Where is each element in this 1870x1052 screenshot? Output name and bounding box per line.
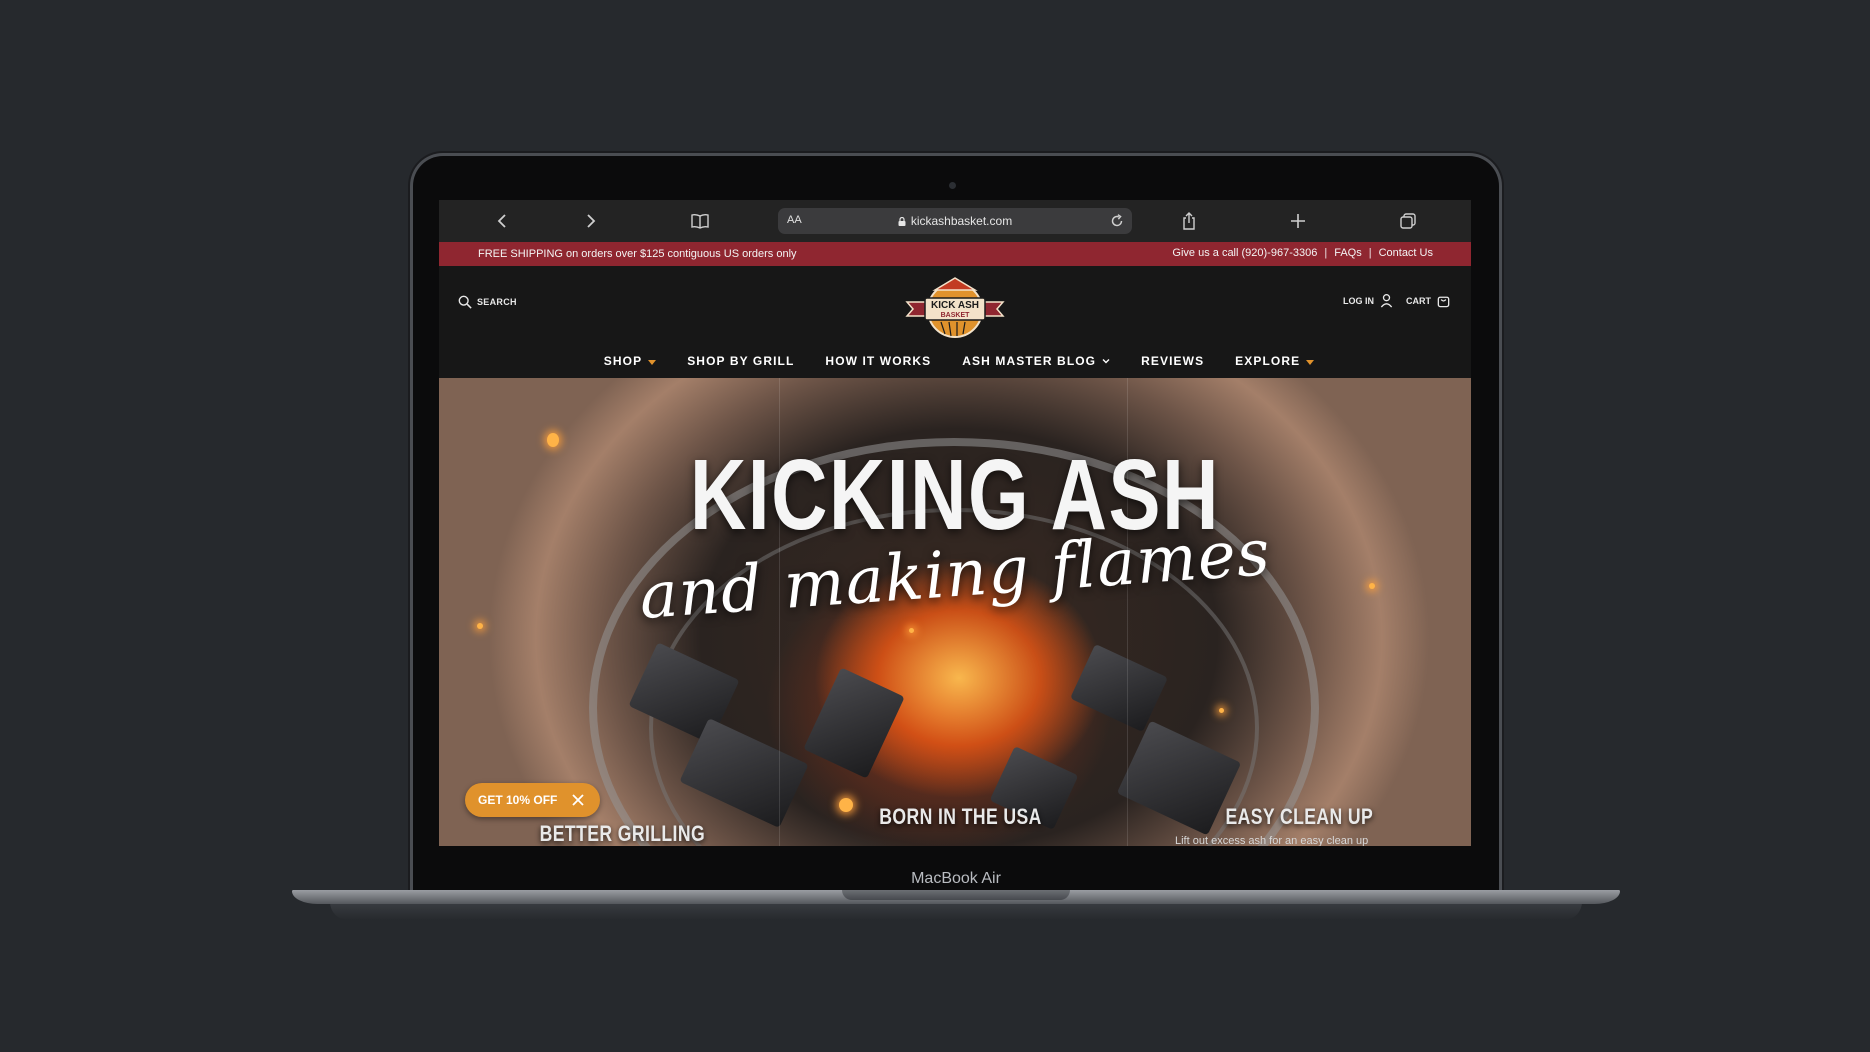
chevron-down-icon <box>1102 359 1110 364</box>
feature-easy-clean-up-text: Lift out excess ash for an easy clean up <box>1175 835 1369 846</box>
discount-label: GET 10% OFF <box>478 793 558 807</box>
share-icon[interactable] <box>1178 210 1200 232</box>
browser-toolbar: AA kickashbasket.com <box>439 200 1471 242</box>
nav-ash-master-blog[interactable]: ASH MASTER BLOG <box>962 354 1110 368</box>
nav-how-it-works-label: HOW IT WORKS <box>825 354 932 368</box>
forward-icon[interactable] <box>579 210 601 232</box>
nav-reviews-label: REVIEWS <box>1141 354 1205 368</box>
lock-icon <box>898 215 906 226</box>
ember <box>909 628 914 633</box>
laptop-shadow <box>330 902 1582 920</box>
hero-banner: KICKING ASH and making flames BETTER GRI… <box>439 378 1471 846</box>
discount-button[interactable]: GET 10% OFF <box>465 783 600 817</box>
new-tab-icon[interactable] <box>1287 210 1309 232</box>
shipping-notice: FREE SHIPPING on orders over $125 contig… <box>478 248 797 260</box>
main-nav: SHOP SHOP BY GRILL HOW IT WORKS ASH MAST… <box>439 354 1471 368</box>
nav-shop-by-grill[interactable]: SHOP BY GRILL <box>687 354 794 368</box>
separator: | <box>1368 247 1372 259</box>
account-links: LOG IN CART <box>1343 293 1451 308</box>
caret-down-icon <box>648 359 657 365</box>
nav-how-it-works[interactable]: HOW IT WORKS <box>825 354 931 368</box>
close-icon[interactable] <box>571 793 585 807</box>
nav-shop[interactable]: SHOP <box>603 354 657 368</box>
logo-line1: KICK ASH <box>931 300 979 311</box>
nav-explore[interactable]: EXPLORE <box>1235 354 1315 368</box>
search-button[interactable]: SEARCH <box>458 295 517 309</box>
site-logo[interactable]: KICK ASH BASKET <box>905 276 1005 340</box>
ember <box>1219 708 1224 713</box>
camera <box>949 182 956 189</box>
separator: | <box>1324 247 1328 259</box>
nav-shop-by-grill-label: SHOP BY GRILL <box>687 354 795 368</box>
phone-link[interactable]: Give us a call (920)-967-3306 <box>1172 247 1317 259</box>
site-header: SEARCH KICK ASH BASKET LOG IN CART SHOP <box>439 266 1471 378</box>
nav-explore-label: EXPLORE <box>1235 354 1301 368</box>
caret-down-icon <box>1306 359 1315 365</box>
back-icon[interactable] <box>492 210 514 232</box>
user-icon <box>1380 294 1393 308</box>
tabs-icon[interactable] <box>1397 210 1419 232</box>
screen: AA kickashbasket.com FREE SHIPPING on or… <box>439 200 1471 846</box>
search-label: SEARCH <box>477 297 517 307</box>
feature-born-in-usa: BORN IN THE USA <box>879 804 1042 829</box>
feature-easy-clean-up: EASY CLEAN UP <box>1225 804 1374 829</box>
nav-shop-label: SHOP <box>603 354 643 368</box>
cart-button[interactable]: CART <box>1406 293 1451 308</box>
reload-icon[interactable] <box>1108 212 1126 230</box>
contact-link[interactable]: Contact Us <box>1379 247 1433 259</box>
url-bar[interactable]: AA kickashbasket.com <box>778 208 1132 234</box>
cart-icon <box>1437 296 1450 308</box>
promo-bar: FREE SHIPPING on orders over $125 contig… <box>439 242 1471 266</box>
laptop-notch <box>842 890 1070 900</box>
login-label: LOG IN <box>1343 295 1374 306</box>
cart-label: CART <box>1406 295 1431 306</box>
logo-line2: BASKET <box>941 312 971 319</box>
login-button[interactable]: LOG IN <box>1343 293 1394 308</box>
model-label: MacBook Air <box>911 870 1001 887</box>
ember <box>839 798 853 812</box>
url-text: kickashbasket.com <box>910 214 1013 228</box>
ember <box>1369 583 1375 589</box>
feature-better-grilling: BETTER GRILLING <box>539 821 706 846</box>
bookmarks-icon[interactable] <box>689 210 711 232</box>
nav-ash-master-blog-label: ASH MASTER BLOG <box>962 354 1097 368</box>
search-icon <box>458 295 472 309</box>
nav-reviews[interactable]: REVIEWS <box>1141 354 1204 368</box>
faqs-link[interactable]: FAQs <box>1334 247 1362 259</box>
